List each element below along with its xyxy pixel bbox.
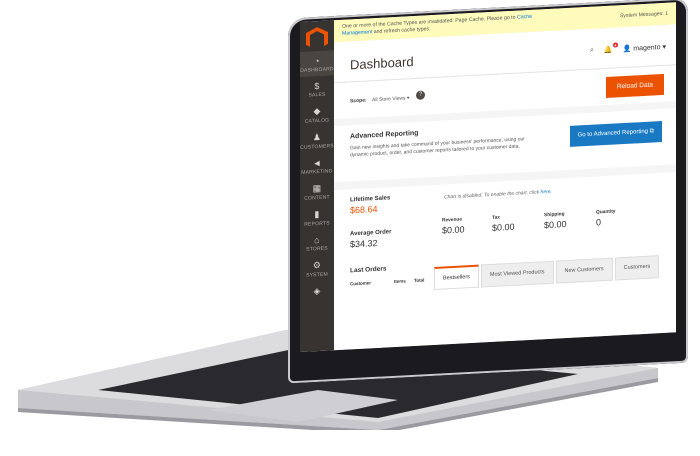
user-menu[interactable]: 👤 magento ▾: [623, 43, 666, 53]
metric-revenue: Revenue $0.00: [442, 217, 465, 236]
sidebar-item-sales[interactable]: $ SALES: [300, 75, 334, 102]
store-icon: ⌂: [314, 234, 320, 246]
search-icon[interactable]: ⌕: [590, 47, 594, 55]
sidebar-item-system[interactable]: ⚙ SYSTEM: [300, 254, 334, 282]
page-title: Dashboard: [350, 54, 414, 73]
last-orders-title: Last Orders: [350, 265, 387, 275]
tab-customers[interactable]: Customers: [614, 255, 660, 281]
help-icon[interactable]: ?: [416, 90, 425, 100]
sidebar-item-catalog[interactable]: ◆ CATALOG: [300, 100, 334, 128]
layout-icon: ▦: [312, 182, 322, 194]
tab-new-customers[interactable]: New Customers: [555, 257, 613, 284]
cube-icon: ◆: [313, 105, 321, 117]
bar-chart-icon: ▮: [314, 208, 320, 220]
tab-most-viewed-products[interactable]: Most Viewed Products: [480, 260, 554, 288]
average-order-value: $34.32: [350, 237, 378, 250]
tab-bestsellers[interactable]: Bestsellers: [434, 264, 479, 290]
column-header: Total: [414, 277, 425, 284]
sidebar-item-marketing[interactable]: ◄ MARKETING: [300, 152, 334, 179]
average-order: Average Order $34.32: [350, 229, 392, 250]
notification-badge: ●: [613, 42, 618, 48]
speedometer-icon: ◔: [314, 55, 320, 67]
advanced-reporting-panel: Advanced Reporting Gain new insights and…: [334, 108, 676, 183]
go-to-advanced-reporting-button[interactable]: Go to Advanced Reporting ⧉: [569, 121, 662, 147]
scope-label: Scope:: [350, 97, 367, 105]
box-icon: ◈: [313, 285, 321, 297]
lifetime-sales-value: $68.64: [350, 203, 378, 216]
last-orders-columns: Customer Items Total: [350, 277, 440, 286]
system-messages-link[interactable]: System Messages: 1: [620, 11, 668, 20]
metric-tax: Tax $0.00: [492, 215, 515, 233]
sidebar-item-content[interactable]: ▦ CONTENT: [300, 177, 334, 205]
sidebar-item-reports[interactable]: ▮ REPORTS: [300, 203, 334, 231]
admin-sidebar: ◔ DASHBOARD $ SALES ◆ CATALOG ♟ CUSTOMERS ◄ M…: [300, 20, 334, 352]
user-icon: 👤: [622, 45, 632, 54]
dashboard-tabs: Bestsellers Most Viewed Products New Cus…: [434, 255, 661, 290]
external-link-icon: ⧉: [649, 128, 654, 135]
laptop-screen: ◔ DASHBOARD $ SALES ◆ CATALOG ♟ CUSTOMERS ◄ M…: [300, 2, 676, 352]
megaphone-icon: ◄: [312, 157, 322, 169]
sidebar-item-stores[interactable]: ⌂ STORES: [300, 229, 334, 256]
gear-icon: ⚙: [312, 259, 322, 271]
enable-chart-link[interactable]: here.: [541, 189, 552, 196]
metric-quantity: Quantity 0: [596, 209, 616, 228]
sidebar-item-extensions[interactable]: ◈: [300, 280, 334, 302]
reload-data-button[interactable]: Reload Data: [605, 73, 664, 98]
magento-logo-icon[interactable]: [306, 27, 328, 50]
scope-select[interactable]: All Store Views ▾: [372, 95, 409, 103]
advanced-reporting-title: Advanced Reporting: [350, 129, 419, 141]
metric-shipping: Shipping $0.00: [544, 212, 567, 231]
dollar-icon: $: [314, 80, 320, 92]
sidebar-item-customers[interactable]: ♟ CUSTOMERS: [300, 126, 334, 154]
chevron-down-icon: ▾: [662, 43, 666, 52]
column-header: Items: [394, 278, 406, 285]
sidebar-item-dashboard[interactable]: ◔ DASHBOARD: [300, 50, 334, 77]
column-header: Customer: [350, 280, 372, 287]
advanced-reporting-desc: Gain new insights and take command of yo…: [350, 136, 525, 159]
chart-disabled-message: Chart is disabled. To enable the chart, …: [444, 188, 552, 201]
person-icon: ♟: [312, 131, 322, 143]
lifetime-sales: Lifetime Sales $68.64: [350, 195, 391, 216]
dashboard-stats: Lifetime Sales $68.64 Average Order $34.…: [334, 172, 676, 351]
notifications-bell-icon[interactable]: 🔔 ●: [604, 42, 618, 54]
